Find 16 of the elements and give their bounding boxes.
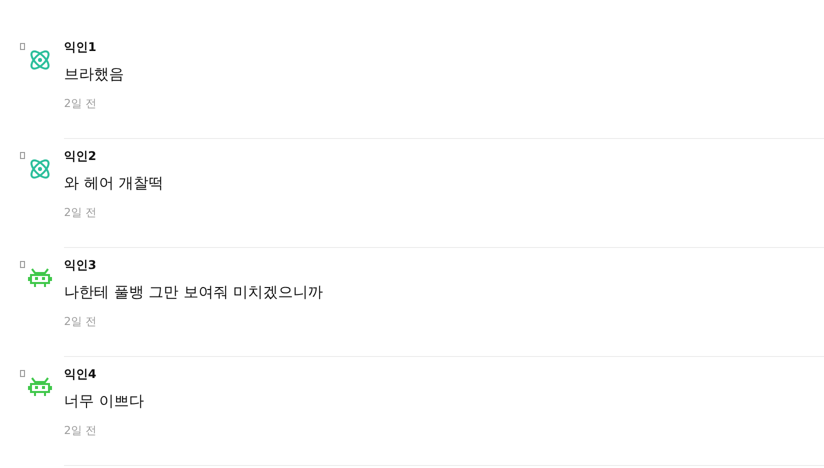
author-name: 익인2 — [64, 148, 98, 165]
comment-text: 브라했음 — [64, 65, 125, 84]
author-name: 익인3 — [64, 257, 98, 274]
comment-text: 와 헤어 개찰떡 — [64, 174, 165, 193]
comment-text: 너무 이쁘다 — [64, 392, 145, 411]
author-name: 익인4 — [64, 366, 98, 383]
marker-icon — [20, 370, 25, 377]
comment-time: 2일 전 — [64, 314, 98, 329]
comment-time: 2일 전 — [64, 423, 98, 438]
marker-icon — [20, 43, 25, 50]
marker-icon — [20, 152, 25, 159]
author-name: 익인1 — [64, 39, 98, 56]
marker-icon — [20, 261, 25, 268]
comment-time: 2일 전 — [64, 205, 98, 220]
comment-text: 나한테 풀뱅 그만 보여줘 미치겠으니까 — [64, 283, 324, 302]
comment-time: 2일 전 — [64, 96, 98, 111]
